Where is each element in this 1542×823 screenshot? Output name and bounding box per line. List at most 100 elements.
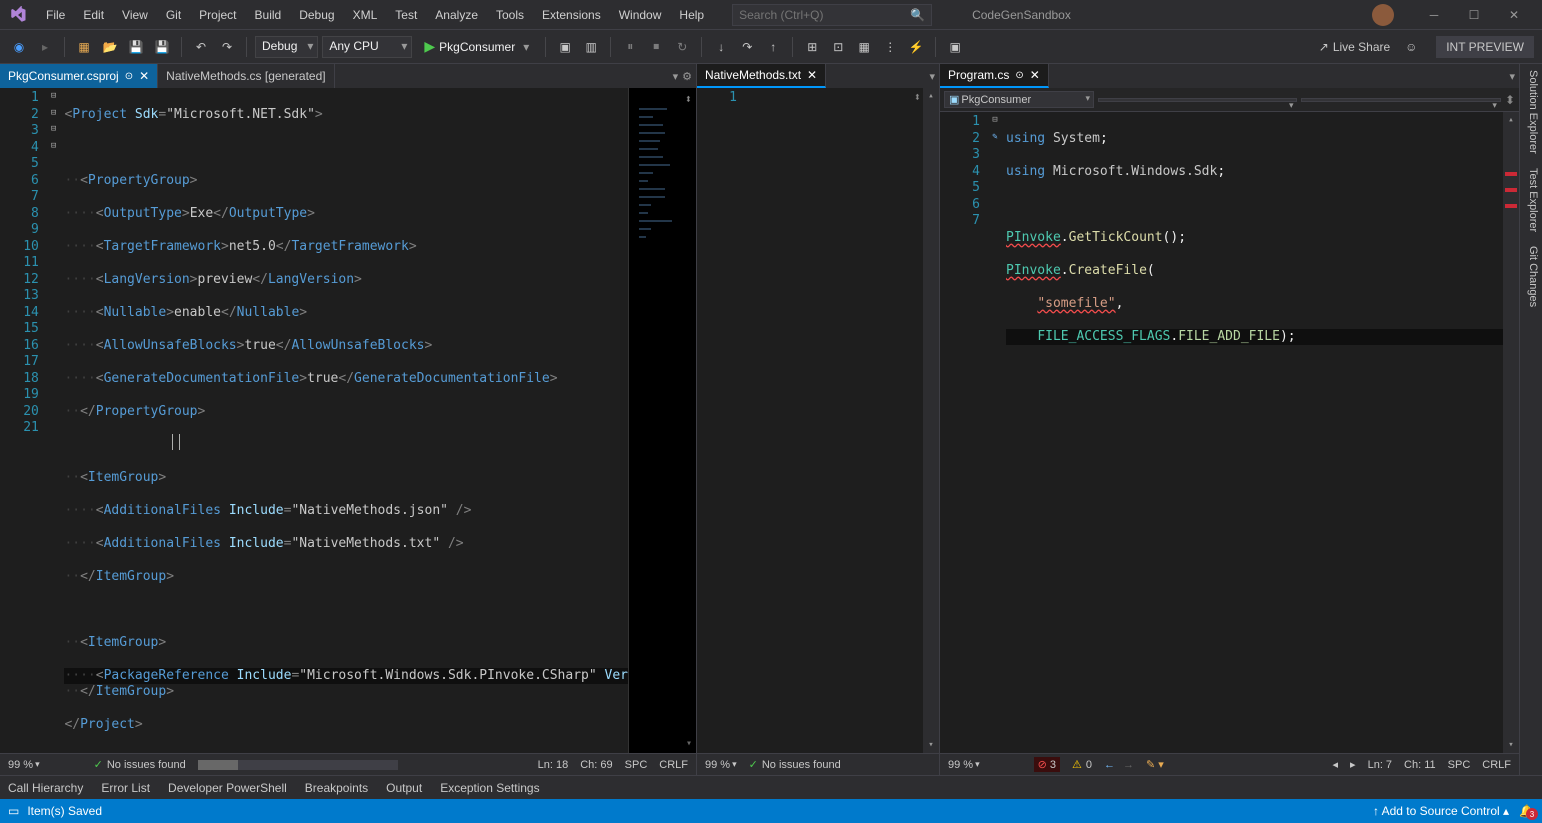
menu-xml[interactable]: XML <box>345 6 386 24</box>
otab-breakpoints[interactable]: Breakpoints <box>305 781 368 795</box>
tab-gear-icon[interactable]: ⚙ <box>682 70 692 83</box>
nav-member-select[interactable] <box>1301 98 1500 102</box>
zoom-level[interactable]: 99 % ▾ <box>948 759 980 771</box>
menu-help[interactable]: Help <box>671 6 712 24</box>
fold-gutter[interactable]: ⊟⊟⊟⊟ <box>47 88 61 753</box>
warning-count[interactable]: ⚠ 0 <box>1072 758 1092 771</box>
v-scrollbar[interactable]: ▴ ▾ <box>1503 112 1519 753</box>
indent-mode[interactable]: SPC <box>1448 759 1471 771</box>
menu-window[interactable]: Window <box>611 6 670 24</box>
nav-fwd-icon[interactable]: → <box>1123 759 1134 771</box>
tb-icon-1[interactable]: ▣ <box>554 36 576 58</box>
tab-program-cs[interactable]: Program.cs ⊙ ✕ <box>940 64 1049 88</box>
minimap[interactable]: ⬍ ▾ <box>628 88 696 753</box>
undo-icon[interactable]: ↶ <box>190 36 212 58</box>
scroll-right-icon[interactable]: ▸ <box>1350 758 1356 771</box>
menu-extensions[interactable]: Extensions <box>534 6 609 24</box>
v-scrollbar[interactable]: ▴ ▾ <box>923 88 939 753</box>
nav-back-icon[interactable]: ← <box>1104 759 1115 771</box>
tb-icon-d[interactable]: ⋮ <box>879 36 901 58</box>
pin-icon[interactable]: ⊙ <box>125 71 133 82</box>
nav-project-select[interactable]: ▣PkgConsumer <box>944 91 1094 108</box>
menu-analyze[interactable]: Analyze <box>427 6 486 24</box>
otab-output[interactable]: Output <box>386 781 422 795</box>
user-avatar[interactable] <box>1372 4 1394 26</box>
nav-class-select[interactable] <box>1098 98 1297 102</box>
menu-git[interactable]: Git <box>158 6 189 24</box>
close-window-button[interactable]: ✕ <box>1494 0 1534 30</box>
minimize-button[interactable]: ─ <box>1414 0 1454 30</box>
menu-file[interactable]: File <box>38 6 73 24</box>
h-scrollbar[interactable] <box>198 760 398 770</box>
code-area[interactable]: <Project Sdk="Microsoft.NET.Sdk"> ··<Pro… <box>60 88 628 753</box>
notifications-button[interactable]: 🔔 3 <box>1519 804 1534 818</box>
editor3-body[interactable]: 1234567 ⊟✎ using System; using Microsoft… <box>940 112 1519 753</box>
menu-tools[interactable]: Tools <box>488 6 532 24</box>
line-indicator[interactable]: Ln: 18 <box>538 759 569 771</box>
hsplit-icon[interactable]: ⬍ <box>1505 93 1515 107</box>
tab-dropdown-icon[interactable]: ▾ <box>929 70 935 83</box>
hsplit-icon[interactable]: ⬍ <box>914 90 921 104</box>
error-count[interactable]: ⊘ 3 <box>1034 757 1060 772</box>
new-project-icon[interactable]: ▦ <box>73 36 95 58</box>
issues-indicator[interactable]: ✓ No issues found <box>94 758 186 771</box>
pen-icon[interactable]: ✎ ▾ <box>1146 758 1164 771</box>
tab-dropdown-icon[interactable]: ▾ <box>1509 70 1515 83</box>
zoom-level[interactable]: 99 % ▾ <box>705 759 737 771</box>
tb-icon-e[interactable]: ⚡ <box>905 36 927 58</box>
step-over-icon[interactable]: ↷ <box>736 36 758 58</box>
menu-build[interactable]: Build <box>247 6 290 24</box>
menu-test[interactable]: Test <box>387 6 425 24</box>
navigate-back-icon[interactable]: ◉ <box>8 36 30 58</box>
tab-pkgconsumer-csproj[interactable]: PkgConsumer.csproj ⊙ ✕ <box>0 64 158 88</box>
menu-project[interactable]: Project <box>191 6 244 24</box>
tb-icon-f[interactable]: ▣ <box>944 36 966 58</box>
code-area[interactable]: using System; using Microsoft.Windows.Sd… <box>1002 112 1503 753</box>
col-indicator[interactable]: Ch: 69 <box>580 759 612 771</box>
eol-mode[interactable]: CRLF <box>659 759 688 771</box>
otab-error-list[interactable]: Error List <box>101 781 150 795</box>
tab-nativemethods-cs[interactable]: NativeMethods.cs [generated] <box>158 64 334 88</box>
zoom-level[interactable]: 99 % ▾ <box>8 759 40 771</box>
col-indicator[interactable]: Ch: 11 <box>1404 759 1436 771</box>
menu-edit[interactable]: Edit <box>75 6 112 24</box>
side-tab-test-explorer[interactable]: Test Explorer <box>1520 162 1542 238</box>
open-file-icon[interactable]: 📂 <box>99 36 121 58</box>
indent-mode[interactable]: SPC <box>625 759 648 771</box>
tab-dropdown-icon[interactable]: ▾ <box>673 70 679 83</box>
maximize-button[interactable]: ☐ <box>1454 0 1494 30</box>
line-indicator[interactable]: Ln: 7 <box>1368 759 1392 771</box>
step-into-icon[interactable]: ↓ <box>710 36 732 58</box>
otab-dev-powershell[interactable]: Developer PowerShell <box>168 781 287 795</box>
code-area[interactable] <box>745 88 923 753</box>
save-icon[interactable]: 💾 <box>125 36 147 58</box>
navigate-fwd-icon[interactable]: ▸ <box>34 36 56 58</box>
platform-select[interactable]: Any CPU <box>322 36 412 58</box>
editor1-body[interactable]: 123456789101112131415161718192021 ⊟⊟⊟⊟ <… <box>0 88 696 753</box>
issues-indicator[interactable]: ✓ No issues found <box>749 758 841 771</box>
search-input[interactable] <box>739 8 910 22</box>
source-control-button[interactable]: ↑ Add to Source Control ▴ <box>1373 804 1509 818</box>
side-tab-git-changes[interactable]: Git Changes <box>1520 240 1542 313</box>
config-select[interactable]: Debug <box>255 36 318 58</box>
close-icon[interactable]: ✕ <box>807 68 817 82</box>
close-icon[interactable]: ✕ <box>1030 68 1040 82</box>
tb-icon-restart[interactable]: ↻ <box>671 36 693 58</box>
live-share-button[interactable]: ↗ Live Share <box>1313 38 1396 56</box>
quick-search[interactable]: 🔍 <box>732 4 932 26</box>
tab-nativemethods-txt[interactable]: NativeMethods.txt ✕ <box>697 64 826 88</box>
fold-gutter[interactable]: ⊟✎ <box>988 112 1002 753</box>
side-tab-solution-explorer[interactable]: Solution Explorer <box>1520 64 1542 160</box>
tb-icon-a[interactable]: ⊞ <box>801 36 823 58</box>
scroll-left-icon[interactable]: ◂ <box>1333 758 1339 771</box>
tb-icon-pause[interactable]: ⏸ <box>619 36 641 58</box>
tb-icon-c[interactable]: ▦ <box>853 36 875 58</box>
tb-icon-2[interactable]: ▥ <box>580 36 602 58</box>
otab-call-hierarchy[interactable]: Call Hierarchy <box>8 781 83 795</box>
start-debug-button[interactable]: ▶ PkgConsumer ▾ <box>416 36 537 57</box>
step-out-icon[interactable]: ↑ <box>762 36 784 58</box>
otab-exception-settings[interactable]: Exception Settings <box>440 781 539 795</box>
hsplit-icon[interactable]: ⬍ <box>685 92 692 106</box>
feedback-icon[interactable]: ☺ <box>1400 36 1422 58</box>
pin-icon[interactable]: ⊙ <box>1015 70 1023 81</box>
